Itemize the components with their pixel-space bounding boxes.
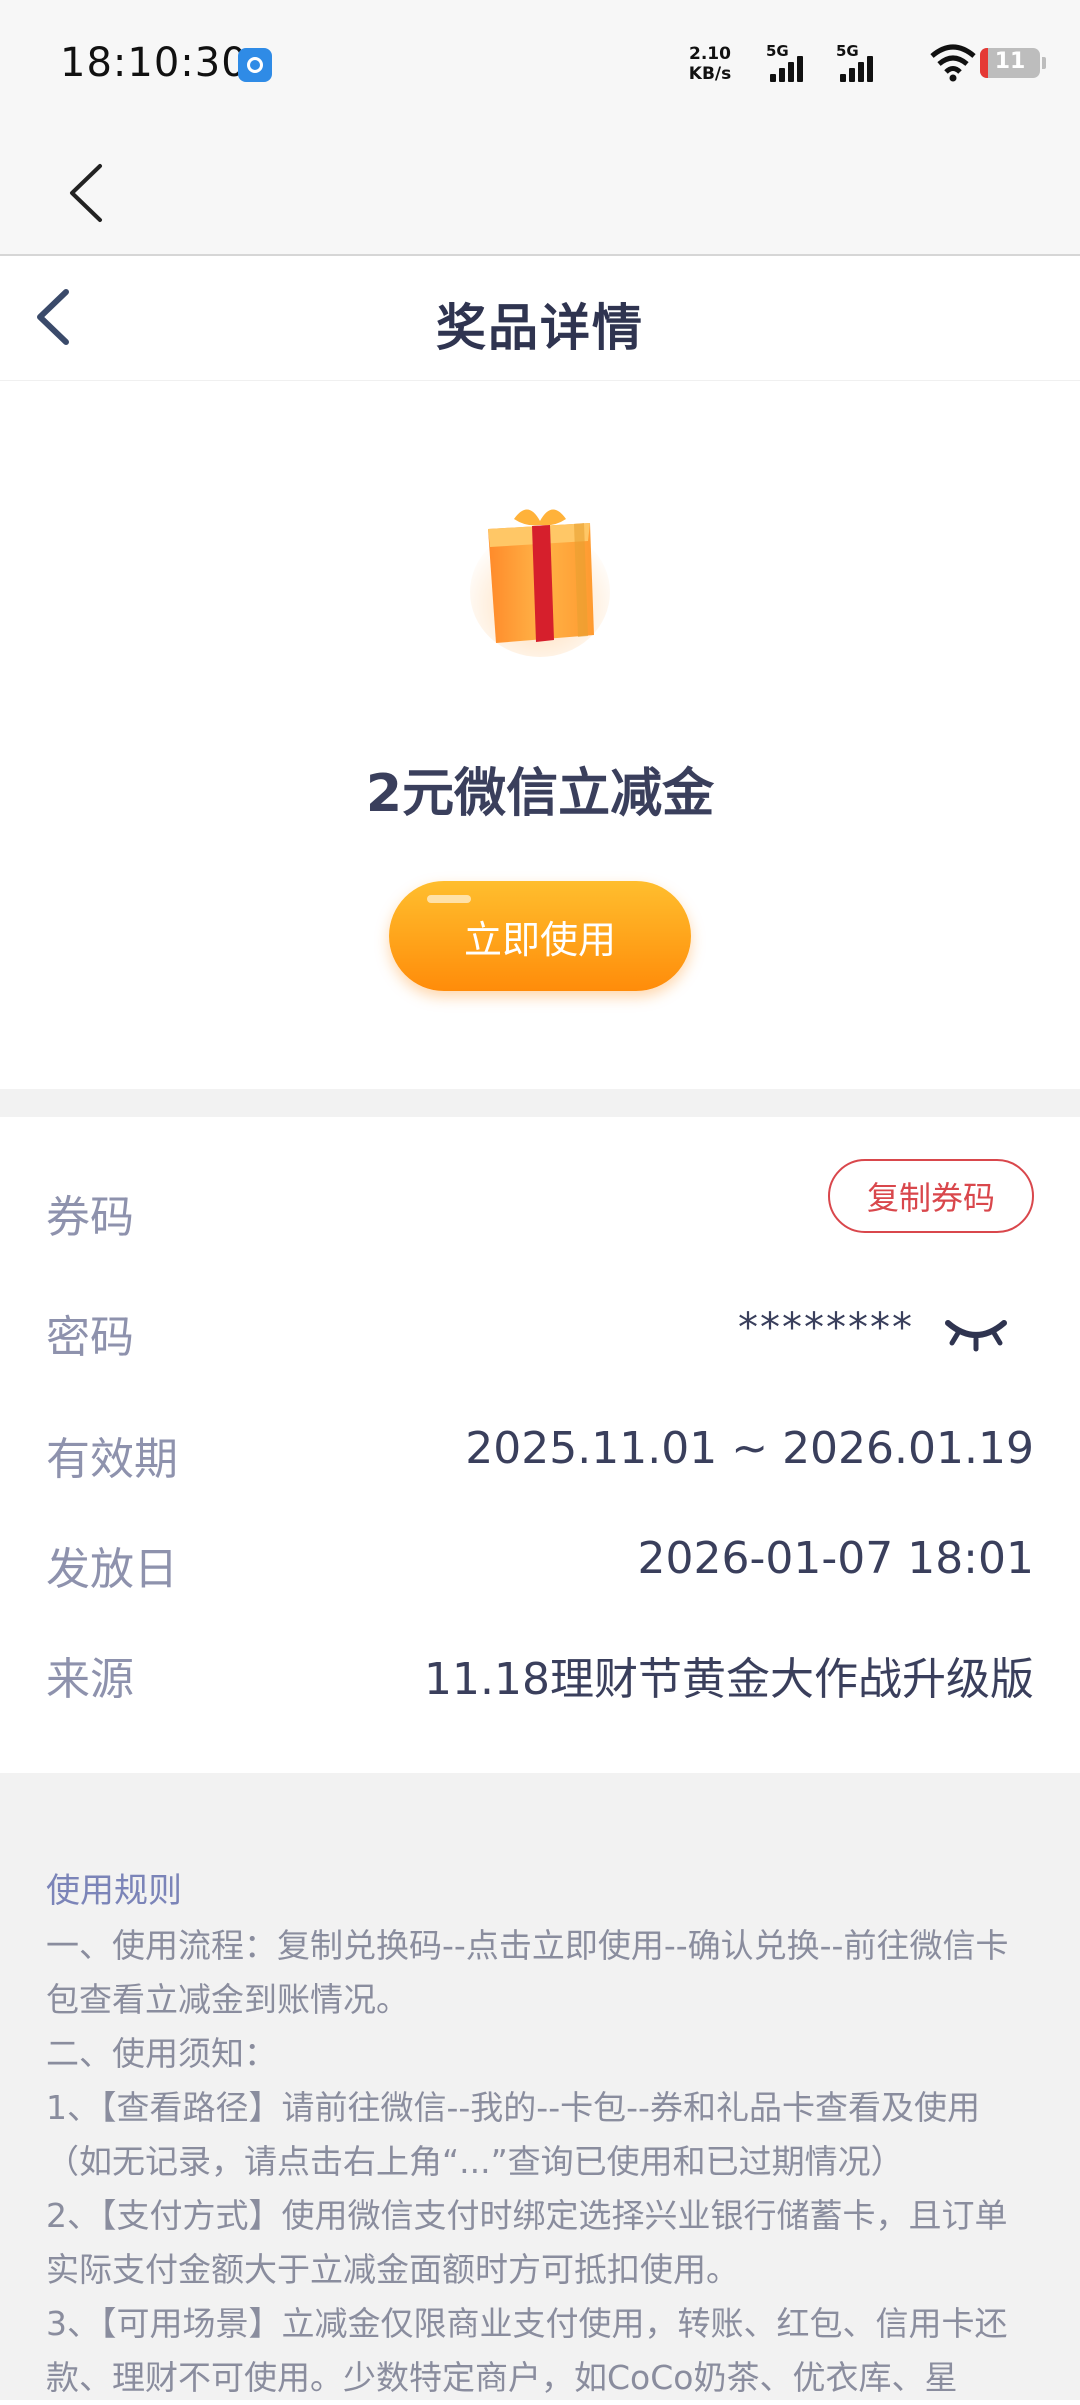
network-speed: 2.10 KB/s <box>688 44 732 84</box>
source-label: 来源 <box>46 1654 134 1705</box>
validity-row: 有效期 2025.11.01 ~ 2026.01.19 <box>0 1407 1080 1497</box>
validity-value: 2025.11.01 ~ 2026.01.19 <box>465 1423 1034 1474</box>
password-label: 密码 <box>46 1312 134 1363</box>
outer-nav-bar <box>0 130 1080 256</box>
prize-card: 2元微信立减金 立即使用 <box>0 381 1080 1089</box>
rules-line: 1、【查看路径】请前往微信--我的--卡包--券和礼品卡查看及使用（如无记录，请… <box>46 2088 980 2181</box>
page-title: 奖品详情 <box>436 299 644 357</box>
password-value: ******** <box>738 1305 914 1351</box>
status-time: 18:10:30 <box>60 40 248 86</box>
validity-label: 有效期 <box>46 1434 178 1485</box>
rules-title: 使用规则 <box>46 1871 182 1911</box>
outer-back-button[interactable] <box>62 160 112 226</box>
rules-line: 一、使用流程：复制兑换码--点击立即使用--确认兑换--前往微信卡包查看立减金到… <box>46 1926 1009 2019</box>
prize-name: 2元微信立减金 <box>365 764 715 824</box>
source-row: 来源 11.18理财节黄金大作战升级版 <box>0 1627 1080 1717</box>
section-divider <box>0 1089 1080 1117</box>
status-icons: 2.10 KB/s 5G 5G 11 <box>640 40 1046 90</box>
signal-sim2-icon: 5G <box>836 42 880 82</box>
copy-code-button[interactable]: 复制券码 <box>828 1159 1034 1233</box>
wifi-icon <box>930 44 976 82</box>
code-row: 券码 复制券码 <box>0 1147 1080 1267</box>
password-row: 密码 ******** <box>0 1285 1080 1375</box>
signal-sim1-icon: 5G <box>766 42 810 82</box>
source-value: 11.18理财节黄金大作战升级版 <box>424 1654 1034 1705</box>
use-now-button[interactable]: 立即使用 <box>389 881 691 991</box>
usage-rules: 使用规则 一、使用流程：复制兑换码--点击立即使用--确认兑换--前往微信卡包查… <box>0 1773 1080 2400</box>
rules-line: 二、使用须知： <box>46 2034 277 2073</box>
code-label: 券码 <box>46 1192 134 1243</box>
eye-closed-icon[interactable] <box>944 1313 1008 1353</box>
page-header: 奖品详情 <box>0 256 1080 381</box>
gift-box-icon <box>470 509 610 657</box>
rules-body: 一、使用流程：复制兑换码--点击立即使用--确认兑换--前往微信卡包查看立减金到… <box>46 1919 1036 2405</box>
issue-date-label: 发放日 <box>46 1544 178 1595</box>
rules-line: 2、【支付方式】使用微信支付时绑定选择兴业银行储蓄卡，且订单实际支付金额大于立减… <box>46 2196 1008 2289</box>
issue-date-row: 发放日 2026-01-07 18:01 <box>0 1517 1080 1607</box>
battery-icon: 11 <box>980 48 1040 78</box>
app-notification-icon <box>238 48 272 82</box>
voucher-info: 券码 复制券码 密码 ******** 有效期 2025.11.01 ~ 202… <box>0 1117 1080 1773</box>
rules-line: 3、【可用场景】立减金仅限商业支付使用，转账、红包、信用卡还款、理财不可使用。少… <box>46 2304 1008 2397</box>
status-bar: 18:10:30 2.10 KB/s 5G 5G 11 <box>0 0 1080 130</box>
issue-date-value: 2026-01-07 18:01 <box>637 1533 1035 1584</box>
